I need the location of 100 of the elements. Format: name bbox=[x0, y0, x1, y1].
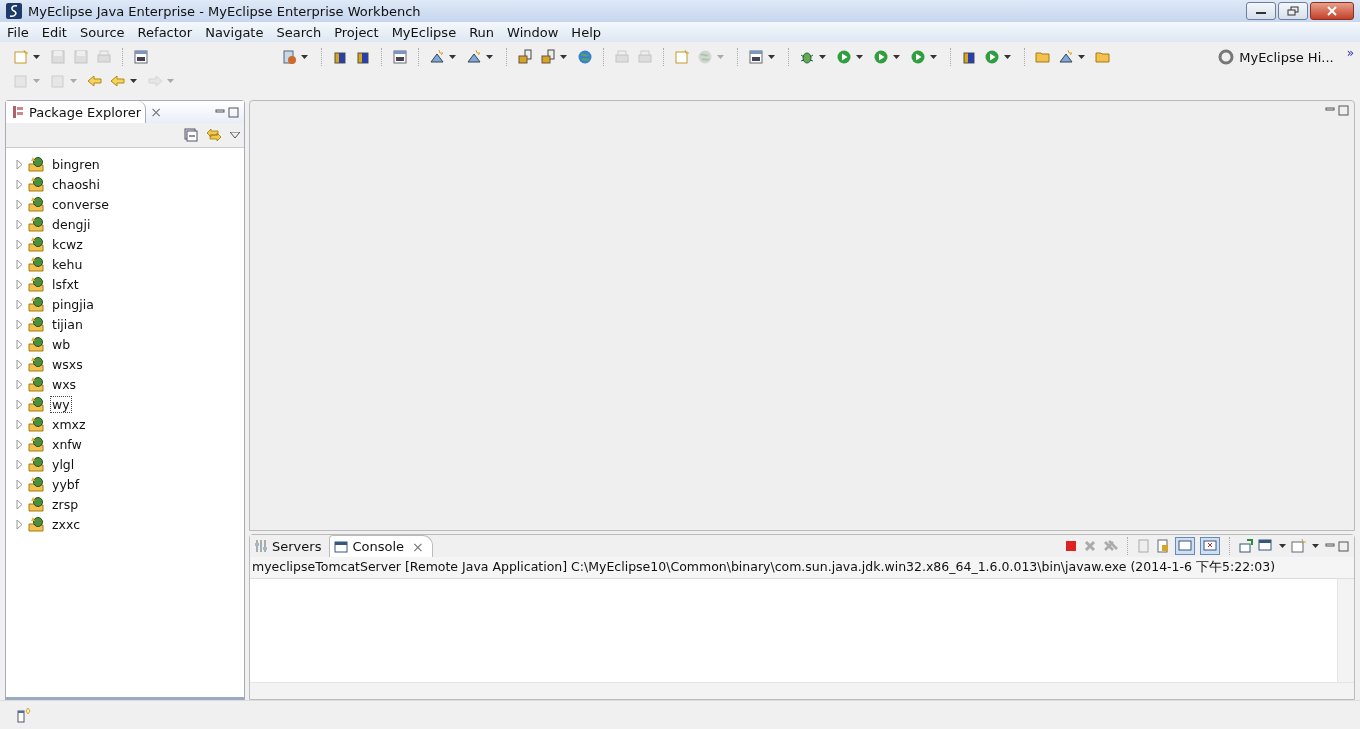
project-name[interactable]: pingjia bbox=[50, 295, 96, 313]
view-menu-icon[interactable] bbox=[230, 132, 240, 138]
expand-arrow-icon[interactable] bbox=[16, 359, 24, 369]
window-title: MyEclipse Java Enterprise - MyEclipse Enterprise Workbench bbox=[28, 3, 421, 19]
fast-view-icon[interactable] bbox=[16, 707, 32, 723]
project-name[interactable]: ylgl bbox=[50, 455, 77, 473]
scroll-lock-icon[interactable] bbox=[1156, 539, 1170, 553]
project-name[interactable]: xmxz bbox=[50, 415, 88, 433]
close-tab-button[interactable]: × bbox=[412, 538, 424, 555]
run-icon bbox=[836, 49, 852, 65]
dropdown-caret-icon bbox=[930, 55, 937, 59]
clear-console-icon[interactable] bbox=[1137, 539, 1151, 553]
menu-item[interactable]: Navigate bbox=[205, 24, 264, 40]
more-perspectives-button[interactable]: » bbox=[1346, 46, 1354, 60]
close-tab-button[interactable]: × bbox=[150, 104, 162, 120]
project-name[interactable]: kcwz bbox=[50, 235, 85, 253]
remove-all-icon[interactable] bbox=[1102, 539, 1118, 553]
minimize-maximize-icon[interactable] bbox=[1324, 540, 1350, 552]
project-name[interactable]: wxs bbox=[50, 375, 79, 393]
project-name[interactable]: bingren bbox=[50, 155, 102, 173]
show-on-error-icon[interactable] bbox=[1200, 537, 1220, 555]
perspective-button[interactable]: MyEclipse Hi... bbox=[1218, 49, 1334, 65]
expand-arrow-icon[interactable] bbox=[16, 319, 24, 329]
toolbar-button[interactable] bbox=[132, 48, 150, 66]
panel-tab[interactable]: Console × bbox=[329, 534, 433, 558]
remove-launch-icon[interactable] bbox=[1083, 539, 1097, 553]
expand-arrow-icon[interactable] bbox=[16, 239, 24, 249]
java-project-icon bbox=[28, 336, 46, 352]
restore-button[interactable] bbox=[1278, 2, 1308, 20]
expand-arrow-icon[interactable] bbox=[16, 179, 24, 189]
panel-tab[interactable]: Servers bbox=[250, 535, 330, 557]
project-name[interactable]: lsfxt bbox=[50, 275, 81, 293]
project-name[interactable]: chaoshi bbox=[50, 175, 102, 193]
java-project-icon bbox=[28, 436, 46, 452]
menu-item[interactable]: File bbox=[7, 24, 29, 40]
globe-icon bbox=[577, 49, 593, 65]
expand-arrow-icon[interactable] bbox=[16, 299, 24, 309]
java-project-icon bbox=[28, 176, 46, 192]
expand-arrow-icon[interactable] bbox=[16, 419, 24, 429]
project-name[interactable]: xnfw bbox=[50, 435, 84, 453]
project-name[interactable]: wb bbox=[50, 335, 73, 353]
terminate-icon[interactable] bbox=[1064, 539, 1078, 553]
minimize-button[interactable] bbox=[1246, 2, 1276, 20]
expand-arrow-icon[interactable] bbox=[16, 459, 24, 469]
collapse-all-icon[interactable] bbox=[184, 128, 198, 142]
menu-item[interactable]: Source bbox=[79, 24, 125, 40]
expand-arrow-icon[interactable] bbox=[16, 519, 24, 529]
toolbar-button[interactable] bbox=[391, 48, 409, 66]
back-arrow-icon bbox=[87, 73, 103, 89]
menu-item[interactable]: Edit bbox=[41, 24, 67, 40]
dropdown-caret-icon bbox=[449, 55, 456, 59]
java-project-icon bbox=[28, 376, 46, 392]
expand-arrow-icon[interactable] bbox=[16, 379, 24, 389]
expand-arrow-icon[interactable] bbox=[16, 339, 24, 349]
link-editor-icon[interactable] bbox=[206, 128, 222, 142]
console-icon bbox=[334, 539, 349, 554]
display-console-icon[interactable] bbox=[1258, 539, 1274, 553]
expand-arrow-icon[interactable] bbox=[16, 439, 24, 449]
expand-arrow-icon[interactable] bbox=[16, 499, 24, 509]
menu-item[interactable]: Refactor bbox=[137, 24, 193, 40]
expand-arrow-icon[interactable] bbox=[16, 219, 24, 229]
project-name[interactable]: yybf bbox=[50, 475, 82, 493]
dropdown-caret-icon[interactable] bbox=[1312, 544, 1319, 548]
toolbar-button[interactable] bbox=[516, 48, 534, 66]
package-explorer-tab[interactable]: Package Explorer bbox=[6, 101, 147, 123]
new-file-icon bbox=[50, 73, 66, 89]
project-name[interactable]: wsxs bbox=[50, 355, 85, 373]
vertical-scrollbar[interactable] bbox=[1337, 579, 1354, 682]
project-name[interactable]: kehu bbox=[50, 255, 85, 273]
show-on-output-icon[interactable] bbox=[1175, 537, 1195, 555]
project-name[interactable]: tijian bbox=[50, 315, 85, 333]
expand-arrow-icon[interactable] bbox=[16, 479, 24, 489]
menu-item[interactable]: Window bbox=[507, 24, 559, 40]
close-button[interactable] bbox=[1310, 2, 1354, 20]
project-name[interactable]: zxxc bbox=[50, 515, 82, 533]
pin-console-icon[interactable] bbox=[1239, 539, 1253, 553]
dropdown-caret-icon bbox=[1004, 55, 1011, 59]
dropdown-caret-icon[interactable] bbox=[1279, 544, 1286, 548]
minimize-maximize-icon[interactable] bbox=[214, 106, 240, 118]
menu-item[interactable]: MyEclipse bbox=[391, 24, 457, 40]
expand-arrow-icon[interactable] bbox=[16, 199, 24, 209]
menu-item[interactable]: Project bbox=[334, 24, 379, 40]
expand-arrow-icon[interactable] bbox=[16, 159, 24, 169]
new-console-icon[interactable] bbox=[1291, 539, 1307, 553]
dropdown-caret-icon bbox=[301, 55, 308, 59]
project-name[interactable]: zrsp bbox=[50, 495, 81, 513]
horizontal-scrollbar[interactable] bbox=[250, 682, 1354, 699]
project-name[interactable]: converse bbox=[50, 195, 111, 213]
dropdown-caret-icon bbox=[130, 79, 137, 83]
expand-arrow-icon[interactable] bbox=[16, 399, 24, 409]
menu-item[interactable]: Search bbox=[276, 24, 322, 40]
project-name[interactable]: wy bbox=[50, 395, 72, 413]
expand-arrow-icon[interactable] bbox=[16, 259, 24, 269]
menu-item[interactable]: Help bbox=[571, 24, 601, 40]
minimize-maximize-icon[interactable] bbox=[1324, 104, 1350, 116]
java-project-icon bbox=[28, 356, 46, 372]
menu-item[interactable]: Run bbox=[469, 24, 495, 40]
project-name[interactable]: dengji bbox=[50, 215, 93, 233]
java-project-icon bbox=[28, 296, 46, 312]
expand-arrow-icon[interactable] bbox=[16, 279, 24, 289]
